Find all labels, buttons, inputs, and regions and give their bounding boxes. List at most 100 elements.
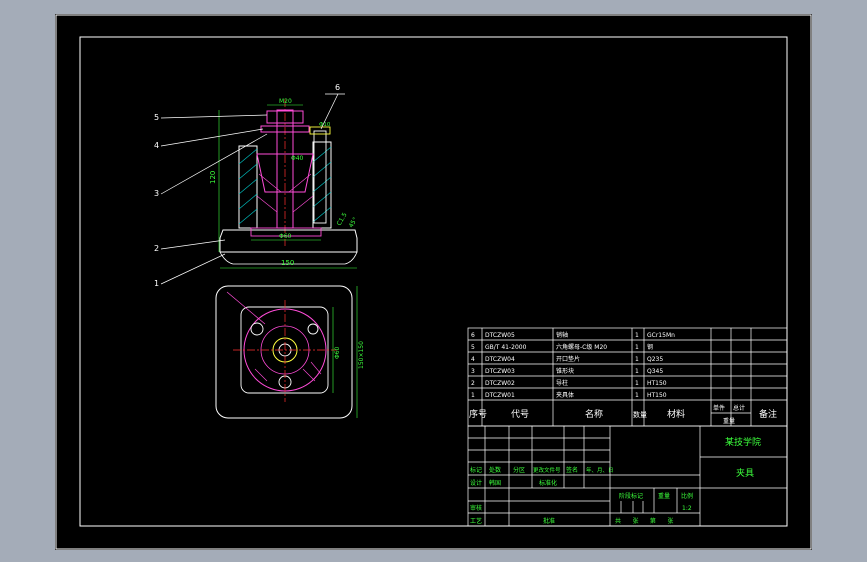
right-hatch-4 <box>312 191 332 208</box>
tb-sheet-info: 共 张 第 张 <box>615 517 673 525</box>
bom-no: 3 <box>471 368 475 375</box>
bom-header-remark: 备注 <box>759 408 777 420</box>
bom-name: 六角螺母-C级 M20 <box>556 343 607 351</box>
balloon-3: 3 <box>154 189 159 198</box>
cone-hatch-4 <box>292 195 314 213</box>
cad-drawing: 120 150 M20 Φ10 Φ40 Φ60 C1.5 45° 5 4 3 2… <box>55 14 812 550</box>
bom-qty: 1 <box>635 356 639 363</box>
dim-mid-dia: Φ40 <box>291 155 304 162</box>
bom-qty: 1 <box>635 392 639 399</box>
dim-width: 150 <box>281 259 294 267</box>
tb-school: 某技学院 <box>725 436 761 448</box>
tb-rev-label: 签名 <box>566 466 578 474</box>
top-pin-hole-right <box>307 323 319 335</box>
dim-top-inner: Φ60 <box>334 346 341 359</box>
balloon-2: 2 <box>154 244 159 253</box>
tb-scale-label: 比例 <box>681 492 693 500</box>
dim-angle: 45° <box>348 216 359 229</box>
leader-2 <box>160 239 226 250</box>
bom-code: DTCZW01 <box>485 392 515 399</box>
tb-role-standard: 标准化 <box>539 479 557 487</box>
right-hatch-2 <box>312 161 332 178</box>
bom-material: 钢 <box>647 343 653 351</box>
tb-role-approve: 批准 <box>543 517 555 525</box>
bom-no: 4 <box>471 356 475 363</box>
dim-top-dia: M20 <box>279 98 292 105</box>
bom-name: 锥形块 <box>556 367 574 375</box>
bom-header-weight: 重量 <box>723 417 735 425</box>
balloon-5: 5 <box>154 113 159 122</box>
front-view: 120 150 M20 Φ10 Φ40 Φ60 C1.5 45° 5 4 3 2… <box>154 83 359 288</box>
bom-name: 夹具体 <box>556 391 574 399</box>
bom-name: 销轴 <box>556 331 568 339</box>
tb-weight-label: 重量 <box>658 492 670 500</box>
left-hatch-3 <box>238 178 258 195</box>
bom-name: 开口垫片 <box>556 355 580 363</box>
bom-material: HT150 <box>647 380 667 387</box>
dim-top-outer: 150×150 <box>358 341 365 369</box>
right-hatch-5 <box>312 206 332 223</box>
sheet-border <box>55 14 812 550</box>
top-diag-1 <box>226 291 266 325</box>
leader-4 <box>160 128 264 147</box>
bom-header-total: 总计 <box>733 404 745 412</box>
cad-viewport[interactable]: 120 150 M20 Φ10 Φ40 Φ60 C1.5 45° 5 4 3 2… <box>55 14 812 550</box>
tb-rev-label: 分区 <box>513 466 525 474</box>
balloon-4: 4 <box>154 141 159 150</box>
tb-rev-label: 年、月、日 <box>586 466 614 474</box>
bom-no: 1 <box>471 392 475 399</box>
dim-bottom-dia: Φ60 <box>279 233 292 240</box>
left-hatch-2 <box>238 163 258 180</box>
top-pin-hole-left <box>250 322 264 336</box>
tb-drawing-name: 夹具 <box>736 467 754 479</box>
tb-rev-label: 更改文件号 <box>533 466 561 474</box>
leader-5 <box>160 114 268 119</box>
drawing-frame <box>79 36 788 527</box>
left-hatch-4 <box>238 193 258 210</box>
bom-header-qty: 数量 <box>633 410 647 419</box>
guide-pin-head <box>309 126 331 135</box>
top-outer-square <box>215 285 353 419</box>
title-block-text: 某技学院 夹具 标记 处数 分区 更改文件号 签名 年、月、日 设计 韩国 标准… <box>470 436 761 525</box>
top-hatch-2 <box>302 368 316 382</box>
balloon-6: 6 <box>335 83 340 92</box>
bom-qty: 1 <box>635 332 639 339</box>
tb-signer: 韩国 <box>489 479 501 487</box>
cone-hatch-2 <box>288 173 312 193</box>
left-hatch-1 <box>238 148 258 165</box>
bom-material: HT150 <box>647 392 667 399</box>
dim-height: 120 <box>209 171 217 184</box>
bom-header-single: 单件 <box>713 404 725 412</box>
tb-rev-label: 标记 <box>470 466 482 474</box>
guide-pin <box>313 130 327 224</box>
bom-qty: 1 <box>635 368 639 375</box>
tb-stage-label: 阶段标记 <box>619 492 643 500</box>
bom-header-material: 材料 <box>667 408 685 420</box>
bom-material: GCr15Mn <box>647 332 675 339</box>
bom-no: 2 <box>471 380 475 387</box>
bom-header-code: 代号 <box>511 409 529 420</box>
bom-qty: 1 <box>635 380 639 387</box>
cone-hatch-3 <box>256 195 278 213</box>
bom-material: Q345 <box>647 368 663 375</box>
tb-scale: 1:2 <box>682 505 692 512</box>
top-view: Φ60 150×150 <box>215 285 365 419</box>
top-hatch-3 <box>310 361 322 375</box>
bom-no: 5 <box>471 344 475 351</box>
bom-code: DTCZW04 <box>485 356 515 363</box>
bom-code: DTCZW03 <box>485 368 515 375</box>
bom-code: GB/T 41-2000 <box>485 344 527 351</box>
bom-name: 导柱 <box>556 379 568 387</box>
bom-qty: 1 <box>635 344 639 351</box>
left-hatch-5 <box>238 208 258 225</box>
tb-role-review: 审核 <box>470 504 482 512</box>
bom-no: 6 <box>471 332 475 339</box>
right-hatch-1 <box>312 146 332 163</box>
bom-header-no: 序号 <box>469 408 487 420</box>
body-left-wall <box>238 145 258 229</box>
right-hatch-3 <box>312 176 332 193</box>
bom-material: Q235 <box>647 356 663 363</box>
leader-1 <box>160 253 226 285</box>
tb-rev-label: 处数 <box>489 466 501 474</box>
dim-right-dia: Φ10 <box>319 122 331 128</box>
